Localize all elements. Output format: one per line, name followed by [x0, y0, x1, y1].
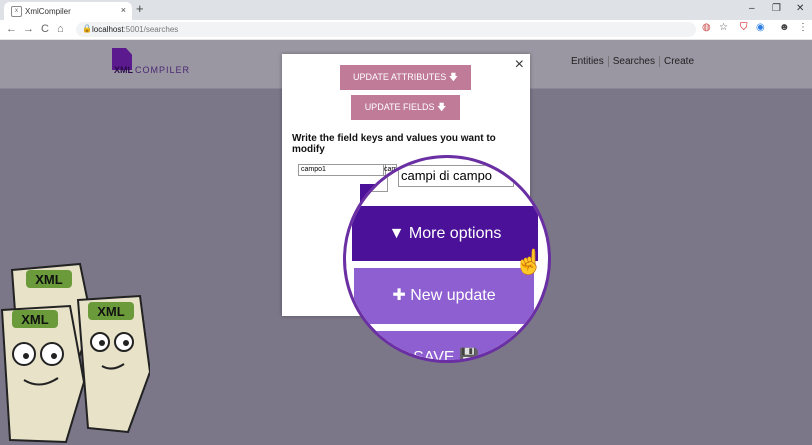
star-icon[interactable]: ☆ — [719, 22, 728, 33]
url-bar[interactable]: 🔒 localhost:5001/searches — [76, 22, 696, 37]
magnifier-zoom: campi di campo ▼ More options ✚ New upda… — [343, 155, 551, 363]
save-button[interactable]: SAVE 💾 — [376, 331, 516, 360]
url-text: localhost:5001/searches — [92, 25, 179, 34]
mascot-label-1: XML — [35, 272, 63, 287]
tab-strip: x XmlCompiler × + – ❐ ✕ — [0, 0, 812, 20]
minimize-icon[interactable]: – — [749, 3, 755, 14]
top-nav: Entities Searches Create — [567, 56, 698, 67]
translate-icon[interactable]: ◍ — [702, 22, 711, 33]
tab-title: XmlCompiler — [25, 7, 71, 16]
update-fields-button[interactable]: UPDATE FIELDS 🡇 — [351, 95, 460, 120]
close-tab-icon[interactable]: × — [121, 5, 126, 15]
mascot-label-2: XML — [97, 304, 125, 319]
address-toolbar: ← → C ⌂ 🔒 localhost:5001/searches — [0, 20, 812, 40]
forward-icon[interactable]: → — [23, 23, 34, 35]
nav-searches[interactable]: Searches — [607, 56, 659, 67]
zoomed-value-input[interactable]: campi di campo — [398, 165, 514, 187]
more-options-button[interactable]: ▼ More options — [352, 206, 538, 261]
lock-icon: 🔒 — [82, 24, 92, 33]
browser-tab[interactable]: x XmlCompiler × — [4, 2, 132, 20]
shield-icon[interactable]: ⛉ — [740, 22, 748, 33]
xml-compiler-logo[interactable]: XML COMPILER — [112, 48, 192, 80]
nav-entities[interactable]: Entities — [567, 56, 608, 67]
new-update-button[interactable]: ✚ New update — [354, 268, 534, 324]
zoomed-key-input[interactable] — [346, 166, 388, 192]
mascot-label-3: XML — [21, 312, 49, 327]
logo-compiler: COMPILER — [135, 65, 191, 75]
instructions-text: Write the field keys and values you want… — [292, 133, 496, 155]
close-icon[interactable]: × — [515, 56, 524, 74]
nav-create[interactable]: Create — [658, 56, 698, 67]
account-icon[interactable]: ☻ — [779, 22, 790, 33]
hand-pointer-icon: ☝ — [514, 249, 544, 276]
update-attributes-button[interactable]: UPDATE ATTRIBUTES 🡇 — [340, 65, 471, 90]
home-icon[interactable]: ⌂ — [57, 23, 64, 35]
reload-icon[interactable]: C — [41, 23, 49, 35]
menu-icon[interactable]: ⋮ — [798, 22, 808, 33]
new-tab-button[interactable]: + — [136, 1, 144, 16]
maximize-icon[interactable]: ❐ — [772, 3, 781, 14]
logo-xml: XML — [114, 65, 133, 75]
favicon-icon: x — [11, 6, 22, 17]
back-icon[interactable]: ← — [6, 23, 17, 35]
audio-icon[interactable]: ◉ — [756, 22, 765, 33]
plus-icon: ✚ — [392, 287, 411, 304]
xml-mascot-illustration: XML XML XML — [0, 262, 150, 444]
filter-icon: ▼ — [388, 225, 409, 242]
close-window-icon[interactable]: ✕ — [796, 3, 804, 14]
